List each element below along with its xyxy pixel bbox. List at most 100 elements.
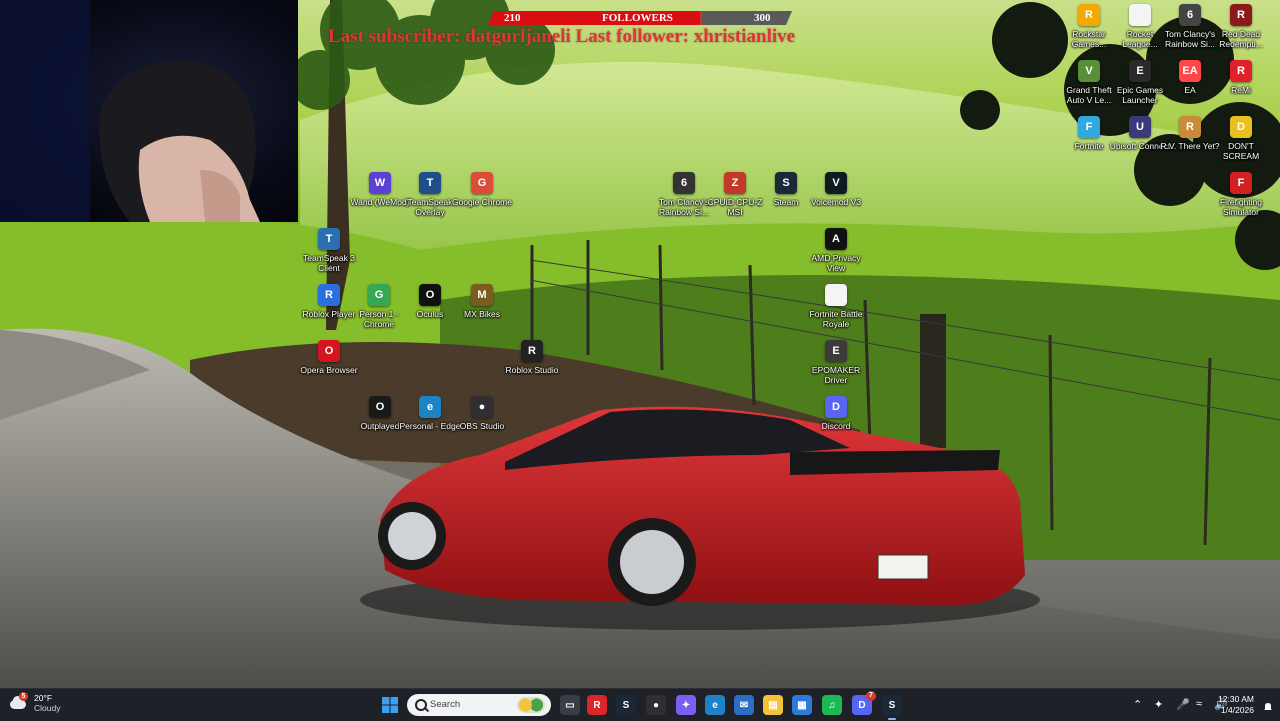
search-placeholder: Search <box>430 699 461 710</box>
desktop-shortcut-label: MX Bikes <box>464 309 500 319</box>
weather-temperature: 20°F <box>34 693 53 703</box>
weather-widget[interactable]: 5 20°F Cloudy <box>10 692 61 713</box>
desktop-shortcut[interactable]: T TeamSpeak 3 Client <box>297 228 361 273</box>
notification-bell-icon[interactable] <box>1263 699 1273 710</box>
firefighting-icon: F <box>1230 172 1252 194</box>
webcam-feed <box>0 0 298 222</box>
desktop-shortcut[interactable]: D DON'T SCREAM <box>1209 116 1273 161</box>
desktop-shortcut[interactable]: G Google Chrome <box>450 172 514 207</box>
desktop-shortcut-label: Fortnite Battle Royale <box>809 309 863 329</box>
dont-scream-icon: D <box>1230 116 1252 138</box>
rv-there-yet-icon: R <box>1179 116 1201 138</box>
mail-icon[interactable]: ✉ <box>734 695 754 715</box>
desktop-shortcut[interactable]: O Opera Browser <box>297 340 361 375</box>
last-subscriber-ticker: Last subscriber: datgurljaneli Last foll… <box>328 26 796 47</box>
desktop-shortcut-label: EPOMAKER Driver <box>811 365 861 385</box>
search-icon <box>415 699 427 711</box>
followers-current: 210 <box>504 12 521 24</box>
app-red-icon[interactable]: R <box>587 695 607 715</box>
followers-label: FOLLOWERS <box>602 12 673 24</box>
oculus-icon: O <box>419 284 441 306</box>
obs-icon: ● <box>471 396 493 418</box>
mx-bikes-icon: M <box>471 284 493 306</box>
teamspeak-icon: T <box>419 172 441 194</box>
network-devices-icon[interactable]: ✦ <box>1154 698 1163 711</box>
amd-privacy-icon: A <box>825 228 847 250</box>
desktop-shortcut-label: AMD Privacy View <box>811 253 861 273</box>
taskbar: 5 20°F Cloudy Search ▭ R S ● ✦ e ✉ ▤ ▦ ♫ D 7 S ⌃ ✦ 🎤… <box>0 688 1280 721</box>
desktop-shortcut[interactable]: R Roblox Studio <box>500 340 564 375</box>
file-icon <box>825 284 847 306</box>
rainbow-six-icon: 6 <box>1179 4 1201 26</box>
desktop-shortcut-label: Discord <box>821 421 851 431</box>
chrome-icon: G <box>471 172 493 194</box>
remi-icon: R <box>1230 60 1252 82</box>
opera-icon: O <box>318 340 340 362</box>
chrome-profile-icon: G <box>368 284 390 306</box>
desktop-shortcut[interactable]: ● OBS Studio <box>450 396 514 431</box>
file-explorer-icon[interactable]: ▤ <box>763 695 783 715</box>
taskbar-search-box[interactable]: Search <box>407 694 551 716</box>
windows-logo-icon <box>382 697 398 713</box>
desktop-shortcut-label: DON'T SCREAM <box>1222 141 1260 161</box>
discord-taskbar-icon[interactable]: D7 <box>852 691 876 715</box>
desktop-shortcut[interactable]: Fortnite Battle Royale <box>804 284 868 329</box>
roblox-studio-icon: R <box>521 340 543 362</box>
spotify-icon[interactable]: ♫ <box>822 695 842 715</box>
wifi-icon[interactable]: ≈ <box>1196 698 1202 710</box>
followers-goal: 300 <box>754 12 771 24</box>
roblox-player-icon: R <box>318 284 340 306</box>
wand-icon: W <box>369 172 391 194</box>
desktop-shortcut-label: Red Dead Redempti... <box>1219 29 1263 49</box>
copilot-icon[interactable]: ✦ <box>676 695 696 715</box>
rocket-league-icon <box>1129 4 1151 26</box>
task-view-icon[interactable]: ▭ <box>560 695 580 715</box>
weather-alert-badge: 5 <box>19 692 28 701</box>
epomaker-icon: E <box>825 340 847 362</box>
rockstar-icon: R <box>1078 4 1100 26</box>
discord-icon: D <box>825 396 847 418</box>
edge-icon: e <box>419 396 441 418</box>
desktop-shortcut[interactable]: M MX Bikes <box>450 284 514 319</box>
steam-icon: S <box>775 172 797 194</box>
gta-icon: V <box>1078 60 1100 82</box>
edge-taskbar-icon[interactable]: e <box>705 695 725 715</box>
followers-progress-remaining <box>701 11 792 25</box>
desktop-shortcut-label: TeamSpeak 3 Client <box>303 253 355 273</box>
fortnite-icon: F <box>1078 116 1100 138</box>
desktop-shortcut-label: Google Chrome <box>451 197 512 207</box>
followers-goal-bar: 210 FOLLOWERS 300 <box>488 11 792 25</box>
desktop-shortcut[interactable]: E EPOMAKER Driver <box>804 340 868 385</box>
voicemod-icon: V <box>825 172 847 194</box>
desktop-shortcut[interactable]: D Discord <box>804 396 868 431</box>
desktop-shortcut-label: Voicemod V3 <box>810 197 862 207</box>
desktop-shortcut[interactable]: R ReMi <box>1209 60 1273 95</box>
desktop-shortcut[interactable]: F Firefighting Simulator <box>1209 172 1273 217</box>
desktop-shortcut[interactable]: A AMD Privacy View <box>804 228 868 273</box>
start-button[interactable] <box>380 695 400 715</box>
desktop-shortcut[interactable]: R Red Dead Redempti... <box>1209 4 1273 49</box>
cloudy-weather-icon: 5 <box>10 692 28 711</box>
desktop-shortcut-label: Roblox Studio <box>505 365 559 375</box>
outplayed-icon: O <box>369 396 391 418</box>
ubisoft-icon: U <box>1129 116 1151 138</box>
microphone-icon[interactable]: 🎤 <box>1176 698 1190 711</box>
weather-description: Cloudy <box>34 703 61 713</box>
steam-active-icon[interactable]: S <box>882 695 902 720</box>
desktop-shortcut-label: OBS Studio <box>459 421 505 431</box>
epic-games-icon: E <box>1129 60 1151 82</box>
desktop-shortcut[interactable]: V Voicemod V3 <box>804 172 868 207</box>
taskbar-clock[interactable]: 12:30 AM 1/4/2026 <box>1218 694 1254 716</box>
steam-taskbar-icon[interactable]: S <box>616 695 636 715</box>
show-hidden-icons-chevron-icon[interactable]: ⌃ <box>1133 698 1142 711</box>
rainbow-six-icon: 6 <box>673 172 695 194</box>
desktop-shortcut-label: Opera Browser <box>300 365 358 375</box>
red-dead-icon: R <box>1230 4 1252 26</box>
cpuz-icon: Z <box>724 172 746 194</box>
store-icon[interactable]: ▦ <box>792 695 812 715</box>
ea-icon: EA <box>1179 60 1201 82</box>
clock-date: 1/4/2026 <box>1220 705 1254 715</box>
clock-time: 12:30 AM <box>1218 694 1254 704</box>
obs-taskbar-icon[interactable]: ● <box>646 695 666 715</box>
search-highlight-art <box>517 697 545 713</box>
